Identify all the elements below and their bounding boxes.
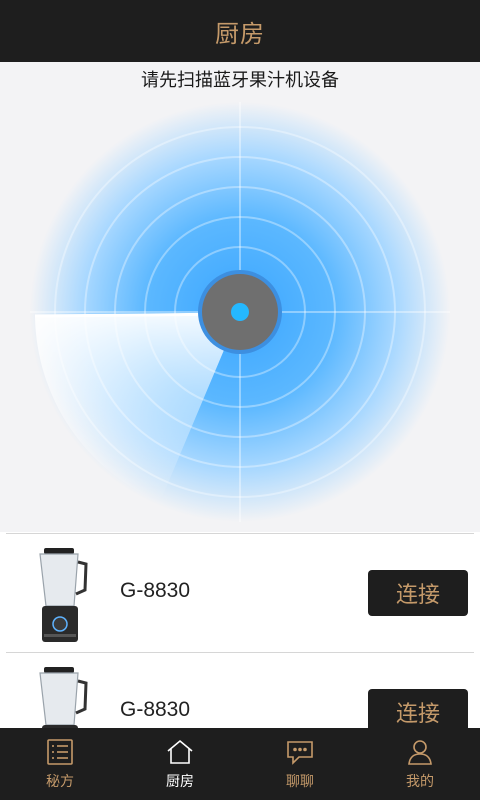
connect-button[interactable]: 连接 [368, 570, 468, 616]
device-list: G-8830 连接 G-8830 连接 [0, 533, 480, 728]
blender-image [39, 667, 88, 728]
blender-image [39, 548, 88, 642]
chat-bubble-icon [287, 741, 313, 765]
bluetooth-scan-area: 请先扫描蓝牙果汁机设备 [0, 62, 480, 532]
radar-center-dot [231, 303, 249, 321]
device-model-name: G-8830 [120, 579, 191, 602]
tab-label: 秘方 [46, 774, 74, 790]
app-header: 厨房 [0, 0, 480, 62]
device-model-name: G-8830 [120, 698, 191, 721]
list-item: G-8830 连接 [6, 533, 474, 652]
page-title: 厨房 [215, 19, 265, 48]
bottom-tab-bar: 秘方 厨房 聊聊 我的 [0, 728, 480, 800]
scan-hint-text: 请先扫描蓝牙果汁机设备 [141, 70, 339, 91]
tab-label: 聊聊 [286, 774, 314, 790]
list-item: G-8830 连接 [6, 652, 474, 728]
connect-button[interactable]: 连接 [368, 689, 468, 728]
recipe-list-icon [47, 739, 73, 765]
tab-recipes[interactable]: 秘方 [0, 728, 120, 800]
tab-chat[interactable]: 聊聊 [240, 728, 360, 800]
tab-label: 厨房 [166, 774, 194, 790]
radar-scanner [25, 97, 455, 527]
tab-label: 我的 [406, 774, 434, 790]
user-profile-icon [408, 740, 432, 765]
tab-mine[interactable]: 我的 [360, 728, 480, 800]
tab-kitchen[interactable]: 厨房 [120, 728, 240, 800]
kitchen-house-icon [167, 739, 193, 764]
